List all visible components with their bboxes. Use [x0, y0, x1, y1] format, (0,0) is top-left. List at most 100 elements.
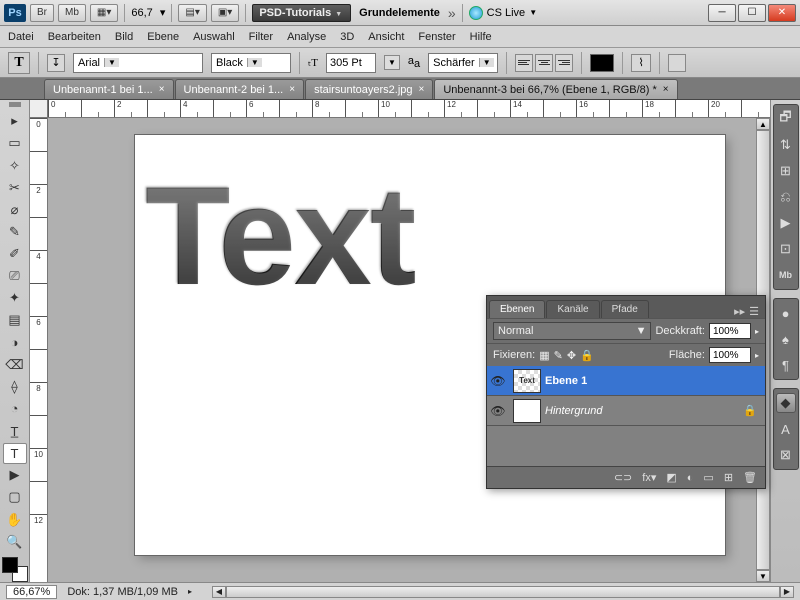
close-tab-icon[interactable]: ×	[663, 84, 669, 95]
font-family-dropdown[interactable]: Arial▼	[73, 53, 203, 73]
menu-bearbeiten[interactable]: Bearbeiten	[48, 31, 101, 43]
layer-row[interactable]: 👁 Hintergrund 🔒	[487, 396, 765, 426]
zoom-tool[interactable]: 🔍	[3, 531, 27, 552]
status-zoom[interactable]: 66,67%	[6, 585, 57, 599]
dock-icon[interactable]: ⇅	[776, 135, 796, 155]
dodge-tool[interactable]: ◔	[3, 398, 27, 419]
delete-layer-icon[interactable]: 🗑	[743, 471, 757, 484]
blur-tool[interactable]: ⟠	[3, 376, 27, 397]
dock-icon[interactable]: 🗗	[776, 109, 796, 129]
blend-mode-dropdown[interactable]: Normal▼	[493, 322, 651, 340]
hand-tool[interactable]: ✋	[3, 509, 27, 530]
ruler-origin[interactable]	[30, 100, 48, 118]
lock-transparent-icon[interactable]: ▦	[539, 349, 549, 362]
type-tool[interactable]: T	[3, 443, 27, 464]
path-select-tool[interactable]: ▶	[3, 465, 27, 486]
document-tab[interactable]: Unbenannt-2 bei 1...×	[175, 79, 305, 99]
layer-mask-icon[interactable]: ◩	[666, 471, 676, 484]
marquee-tool[interactable]: ▭	[3, 133, 27, 154]
panel-menu-icon[interactable]: ☰	[749, 305, 759, 318]
maximize-button[interactable]: ☐	[738, 4, 766, 22]
lock-pixels-icon[interactable]: ✎	[554, 349, 563, 362]
lock-position-icon[interactable]: ✥	[567, 349, 576, 362]
menu-bild[interactable]: Bild	[115, 31, 133, 43]
layer-group-icon[interactable]: ▭	[703, 471, 713, 484]
dock-icon[interactable]: Mb	[776, 265, 796, 285]
layer-name[interactable]: Ebene 1	[545, 375, 587, 387]
opacity-flyout-icon[interactable]: ▸	[755, 327, 759, 336]
workspace-grundelemente[interactable]: Grundelemente	[355, 7, 444, 19]
quick-select-tool[interactable]: ✂	[3, 177, 27, 198]
dock-icon[interactable]: ⊞	[776, 161, 796, 181]
text-orientation-button[interactable]: ↧	[47, 54, 65, 72]
stamp-tool[interactable]: ✦	[3, 288, 27, 309]
close-button[interactable]: ✕	[768, 4, 796, 22]
menu-auswahl[interactable]: Auswahl	[193, 31, 235, 43]
align-left-button[interactable]	[515, 54, 533, 72]
bridge-button[interactable]: Br	[30, 4, 54, 22]
fill-input[interactable]: 100%	[709, 347, 751, 363]
minimize-button[interactable]: ─	[708, 4, 736, 22]
workspace-psdtutorials[interactable]: PSD-Tutorials	[252, 4, 351, 22]
text-layer-content[interactable]: Text	[145, 155, 715, 317]
opacity-input[interactable]: 100%	[709, 323, 751, 339]
move-tool[interactable]: ▸	[3, 111, 27, 132]
fill-flyout-icon[interactable]: ▸	[755, 351, 759, 360]
menu-3d[interactable]: 3D	[340, 31, 354, 43]
layer-fx-icon[interactable]: fx▾	[642, 471, 656, 484]
close-tab-icon[interactable]: ×	[289, 84, 295, 95]
vertical-ruler[interactable]: 024681012	[30, 118, 48, 582]
dock-icon[interactable]: ●	[776, 303, 796, 323]
font-style-dropdown[interactable]: Black▼	[211, 53, 291, 73]
layer-name[interactable]: Hintergrund	[545, 405, 602, 417]
eyedropper-tool[interactable]: ✎	[3, 221, 27, 242]
scroll-up-button[interactable]: ▲	[756, 118, 770, 130]
align-center-button[interactable]	[535, 54, 553, 72]
scroll-down-button[interactable]: ▼	[756, 570, 770, 582]
font-size-dropdown[interactable]: ▼	[384, 55, 400, 70]
history-brush-tool[interactable]: ▤	[3, 310, 27, 331]
minibridge-button[interactable]: Mb	[58, 4, 86, 22]
document-tab[interactable]: Unbenannt-1 bei 1...×	[44, 79, 174, 99]
workspace-more-icon[interactable]	[448, 5, 456, 21]
close-tab-icon[interactable]: ×	[159, 84, 165, 95]
menu-hilfe[interactable]: Hilfe	[470, 31, 492, 43]
new-layer-icon[interactable]: ⊞	[724, 471, 733, 484]
menu-analyse[interactable]: Analyse	[287, 31, 326, 43]
horizontal-ruler[interactable]: 024681012141618202224262830	[48, 100, 770, 118]
link-layers-icon[interactable]: ⊂⊃	[614, 471, 632, 484]
lock-all-icon[interactable]: 🔒	[580, 349, 594, 362]
crop-tool[interactable]: ⌀	[3, 199, 27, 220]
horizontal-scrollbar[interactable]: ◀ ▶	[212, 586, 794, 598]
layer-thumbnail[interactable]	[513, 399, 541, 423]
tab-ebenen[interactable]: Ebenen	[489, 300, 545, 318]
panel-collapse-icon[interactable]: ▸▸	[734, 305, 745, 318]
lasso-tool[interactable]: ✧	[3, 155, 27, 176]
arrange-button[interactable]: ▤▾	[178, 4, 206, 22]
healing-tool[interactable]: ✐	[3, 244, 27, 265]
scroll-left-button[interactable]: ◀	[212, 586, 226, 598]
dock-icon[interactable]: ⎌	[776, 187, 796, 207]
antialias-dropdown[interactable]: Schärfer▼	[428, 53, 498, 73]
layers-dock-icon[interactable]: ◆	[776, 393, 796, 413]
text-color-swatch[interactable]	[590, 54, 614, 72]
menu-filter[interactable]: Filter	[249, 31, 273, 43]
visibility-icon[interactable]: 👁	[487, 404, 509, 418]
status-docsize[interactable]: Dok: 1,37 MB/1,09 MB	[67, 586, 178, 598]
gradient-tool[interactable]: ⌫	[3, 354, 27, 375]
character-panel-button[interactable]	[668, 54, 686, 72]
menu-fenster[interactable]: Fenster	[418, 31, 455, 43]
dock-icon[interactable]: ⊡	[776, 239, 796, 259]
dock-icon[interactable]: A	[776, 419, 796, 439]
dock-icon[interactable]: ♠	[776, 329, 796, 349]
cs-live-button[interactable]: CS Live▼	[469, 6, 537, 20]
brush-tool[interactable]: ⎚	[3, 266, 27, 287]
align-right-button[interactable]	[555, 54, 573, 72]
tool-preset-picker[interactable]: T	[8, 52, 30, 74]
dock-icon[interactable]: ▶	[776, 213, 796, 233]
shape-tool[interactable]: ▢	[3, 487, 27, 508]
document-tab-active[interactable]: Unbenannt-3 bei 66,7% (Ebene 1, RGB/8) *…	[434, 79, 677, 99]
panel-gripper[interactable]	[9, 102, 21, 107]
layer-thumbnail[interactable]: Text	[513, 369, 541, 393]
pen-tool[interactable]: T̲	[3, 421, 27, 442]
